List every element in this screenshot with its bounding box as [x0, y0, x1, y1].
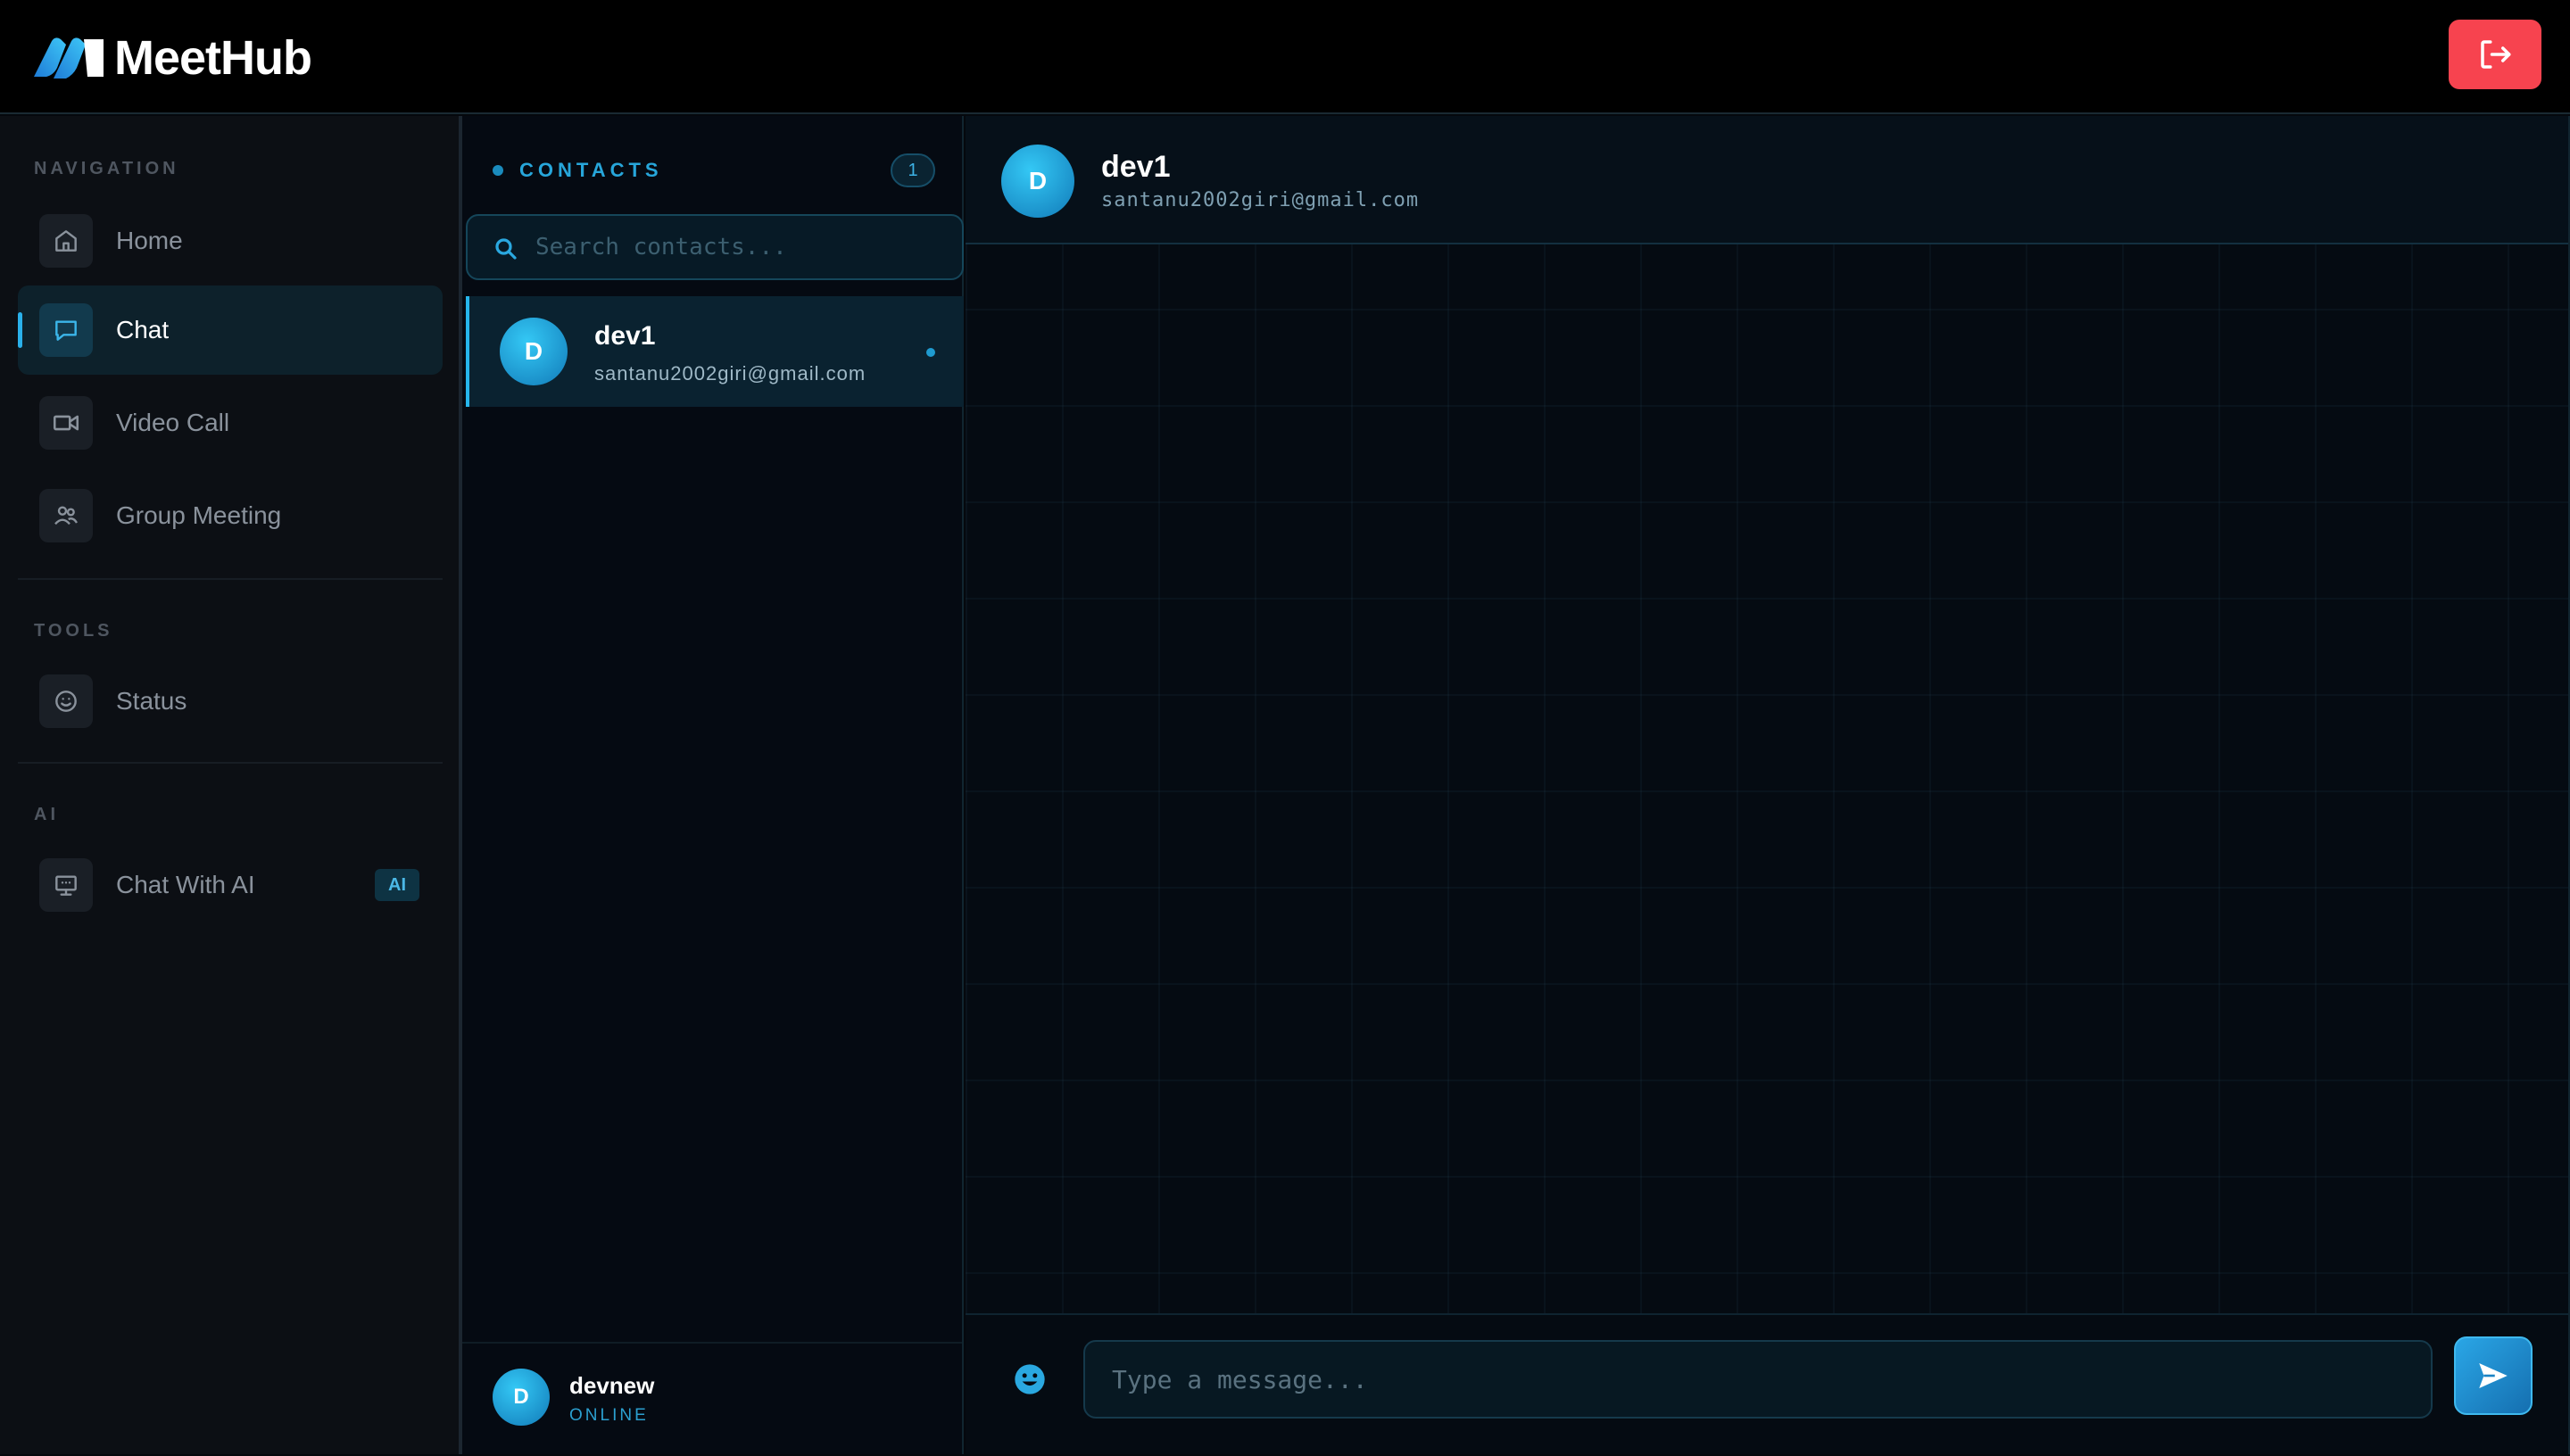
- search-input[interactable]: [535, 216, 946, 278]
- ai-badge: AI: [375, 869, 419, 901]
- chat-icon: [39, 303, 93, 357]
- chat-contact-email: santanu2002giri@gmail.com: [1101, 189, 1420, 211]
- group-icon: [39, 489, 93, 542]
- contacts-count-badge: 1: [891, 153, 935, 187]
- meethub-logo-icon: [34, 37, 104, 79]
- contact-email: santanu2002giri@gmail.com: [594, 362, 866, 385]
- sidebar-item-video-call[interactable]: Video Call: [18, 378, 443, 467]
- avatar: D: [500, 318, 568, 385]
- contacts-panel: CONTACTS 1 D dev1 santanu2002giri@gmail.…: [462, 116, 964, 1454]
- status-dot-icon: [493, 165, 503, 176]
- chat-header: D dev1 santanu2002giri@gmail.com: [966, 116, 2568, 244]
- search-icon: [495, 238, 517, 260]
- section-label-ai: AI: [34, 805, 59, 824]
- sidebar-item-status[interactable]: Status: [18, 657, 443, 746]
- chat-panel: D dev1 santanu2002giri@gmail.com: [966, 116, 2570, 1454]
- logout-button[interactable]: [2449, 20, 2541, 89]
- sidebar-item-chat-with-ai[interactable]: Chat With AI AI: [18, 840, 443, 930]
- contacts-title: CONTACTS: [519, 159, 663, 181]
- current-user: D devnew ONLINE: [462, 1342, 962, 1454]
- home-icon: [39, 214, 93, 268]
- message-input[interactable]: [1083, 1340, 2433, 1419]
- contact-name: dev1: [594, 321, 656, 351]
- message-composer: [966, 1313, 2568, 1454]
- send-icon: [2479, 1363, 2508, 1388]
- divider: [18, 762, 443, 764]
- top-bar: MeetHub: [0, 0, 2570, 114]
- video-icon: [39, 396, 93, 450]
- current-user-name: devnew: [569, 1372, 655, 1399]
- contact-search: [466, 214, 964, 280]
- online-indicator-icon: [926, 348, 935, 357]
- sidebar-item-home[interactable]: Home: [18, 196, 443, 285]
- app-logo[interactable]: MeetHub: [30, 30, 312, 86]
- app-name: MeetHub: [114, 31, 312, 85]
- sidebar-item-label: Chat With AI: [116, 871, 255, 898]
- send-button[interactable]: [2454, 1336, 2533, 1415]
- sidebar-item-label: Home: [116, 227, 183, 254]
- chat-contact-name: dev1: [1101, 150, 1171, 184]
- sidebar-item-label: Video Call: [116, 409, 230, 436]
- avatar: D: [1001, 145, 1074, 218]
- sidebar-item-label: Status: [116, 687, 187, 715]
- emoji-icon[interactable]: [1012, 1361, 1048, 1397]
- sidebar-item-group-meeting[interactable]: Group Meeting: [18, 471, 443, 560]
- smiley-icon: [39, 674, 93, 728]
- sidebar-item-chat[interactable]: Chat: [18, 285, 443, 375]
- logout-icon: [2481, 40, 2511, 69]
- sidebar-item-label: Group Meeting: [116, 501, 282, 529]
- sidebar: NAVIGATION Home Chat Video Call Group Me…: [0, 116, 462, 1454]
- section-label-tools: TOOLS: [34, 621, 113, 641]
- contact-item[interactable]: D dev1 santanu2002giri@gmail.com: [466, 296, 964, 407]
- current-user-status: ONLINE: [569, 1406, 649, 1425]
- contacts-header: CONTACTS: [493, 159, 663, 182]
- divider: [18, 578, 443, 580]
- monitor-icon: [39, 858, 93, 912]
- sidebar-item-label: Chat: [116, 316, 170, 343]
- section-label-navigation: NAVIGATION: [34, 159, 179, 178]
- avatar: D: [493, 1369, 550, 1426]
